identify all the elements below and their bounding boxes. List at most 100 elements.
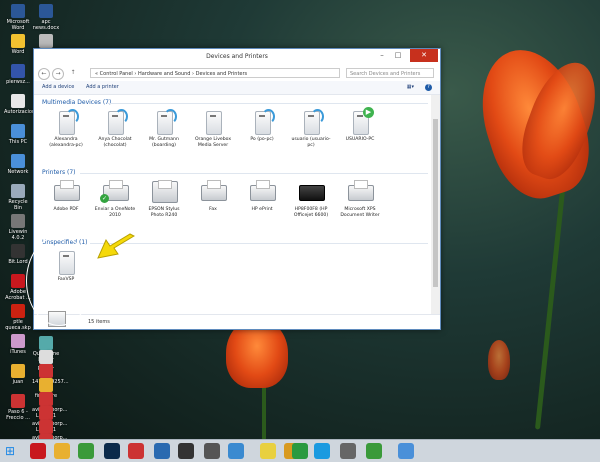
device-item[interactable]: Anya Chocolat (chocolat) [93,109,137,148]
device-item[interactable]: HP8F00F8 (HP Officejet 6600) [289,179,333,218]
app-icon[interactable] [178,443,194,459]
device-item[interactable]: Orange Livebox Media Server [191,109,235,148]
file-icon [11,64,25,78]
file-icon [39,336,53,350]
stream-icon [66,109,79,124]
maximize-button[interactable]: □ [390,49,406,62]
desktop-icon[interactable]: Microsoft Word [4,4,32,31]
desktop-icon[interactable]: Autorizacion [4,94,36,115]
sketchup-icon[interactable] [128,443,144,459]
file-icon [11,94,25,108]
device-label: Alexandra (alexandra-pc) [49,137,83,148]
desktop-icon[interactable]: Network [4,154,32,175]
desktop-icon[interactable]: Word [4,34,32,55]
forward-button[interactable]: → [52,68,64,80]
view-options-icon[interactable]: ▦▾ [407,84,414,90]
section-printers[interactable]: Printers (7) [42,169,428,176]
device-item[interactable]: ✓ Enviar a OneNote 2010 [93,179,137,218]
photoshop-icon[interactable] [104,443,120,459]
device-item[interactable]: Adobe PDF [44,179,88,213]
device-item[interactable]: EPSON Stylus Photo R240 [142,179,186,218]
start-button[interactable]: ⊞ [2,443,18,459]
address-bar[interactable]: « Control Panel › Hardware and Sound › D… [90,68,340,78]
file-icon [11,184,25,198]
media-device-icon [249,109,275,135]
nav-bar: ← → ↑ « Control Panel › Hardware and Sou… [34,66,440,80]
devices-icon[interactable] [398,443,414,459]
desktop-icon-label: Word [11,49,25,55]
item-count: 15 items [88,319,110,325]
vertical-scrollbar[interactable] [431,95,440,315]
desktop-icon[interactable]: ptle queca.skp [4,304,32,331]
file-icon [39,364,53,378]
desktop-icon[interactable]: Livewin 4.0.2 [4,214,32,241]
stream-icon [164,109,177,124]
devices-window[interactable]: Devices and Printers – □ ✕ ← → ↑ « Contr… [33,48,441,330]
file-icon [11,364,25,378]
device-label: Mr. Gutmann (boarding) [149,137,179,148]
desktop-icon[interactable]: apc news.docx [32,4,60,31]
desktop-icon[interactable]: Recycle Bin [4,184,32,211]
desktop-icon[interactable]: Paso 6 - Freccio ... [4,394,32,421]
device-item[interactable]: usuario (usuario-pc) [289,109,333,148]
default-check-icon: ✓ [100,194,109,203]
tulip-stem [534,180,567,430]
device-item[interactable]: Mr. Gutmann (boarding) [142,109,186,148]
earth-icon[interactable] [154,443,170,459]
minimize-button[interactable]: – [374,49,390,62]
media-device-icon [298,109,324,135]
sticky-notes-icon[interactable] [260,443,276,459]
paper-shape [109,180,123,189]
printer-icon [347,179,374,205]
movie-icon[interactable] [204,443,220,459]
file-icon [11,304,25,318]
device-item[interactable]: Po (po-pc) [240,109,284,143]
spotify-icon[interactable] [292,443,308,459]
divider [90,243,428,244]
fax-icon [200,179,227,205]
device-item[interactable]: HP ePrint [240,179,284,213]
add-device-button[interactable]: Add a device [42,84,74,90]
desktop-icon-label: Paso 6 - Freccio ... [6,409,30,421]
desktop-icon[interactable]: Bit.Lord [4,244,32,265]
device-label: Anya Chocolat (chocolat) [98,137,132,148]
chrome-icon[interactable] [78,443,94,459]
section-multimedia[interactable]: Multimedia Devices (7) [42,99,428,106]
desktop-icon[interactable]: pierwsz... [4,64,32,85]
up-button[interactable]: ↑ [68,68,78,78]
device-item[interactable]: Microsoft XPS Document Writer [338,179,382,218]
stream-icon [311,109,324,124]
file-icon [11,4,25,18]
file-icon [11,244,25,258]
device-item[interactable]: ▶ USUARIO-PC [338,107,382,143]
desktop-icon-label: Autorizacion [4,109,36,115]
device-label: Fax [209,207,217,212]
cloud-icon[interactable] [228,443,244,459]
scrollbar-thumb[interactable] [433,119,438,287]
back-button[interactable]: ← [38,68,50,80]
chrome-icon-2[interactable] [366,443,382,459]
title-bar[interactable]: Devices and Printers – □ ✕ [34,49,440,65]
desktop-icon[interactable]: juan [4,364,32,385]
file-explorer-icon[interactable] [54,443,70,459]
search-placeholder: Search Devices and Printers [350,71,421,77]
calendar-icon[interactable] [340,443,356,459]
desktop-icon[interactable]: iTunes [4,334,32,355]
desktop-icon[interactable]: This PC [4,124,32,145]
help-icon[interactable]: ? [425,84,432,91]
printer-icon [151,179,178,205]
printer-icon [53,179,80,205]
paper-shape [354,180,368,189]
tower-shape [206,111,222,135]
printer-icon: ✓ [100,179,129,205]
add-printer-button[interactable]: Add a printer [86,84,119,90]
device-item[interactable]: Alexandra (alexandra-pc) [44,109,88,148]
adobe-reader-icon[interactable] [30,443,46,459]
file-icon [11,394,25,408]
file-icon [11,214,25,228]
close-button[interactable]: ✕ [410,49,438,62]
skype-icon[interactable] [314,443,330,459]
taskbar: ⊞ [0,439,600,462]
device-item[interactable]: Fax [191,179,235,213]
search-input[interactable]: Search Devices and Printers [346,68,434,78]
